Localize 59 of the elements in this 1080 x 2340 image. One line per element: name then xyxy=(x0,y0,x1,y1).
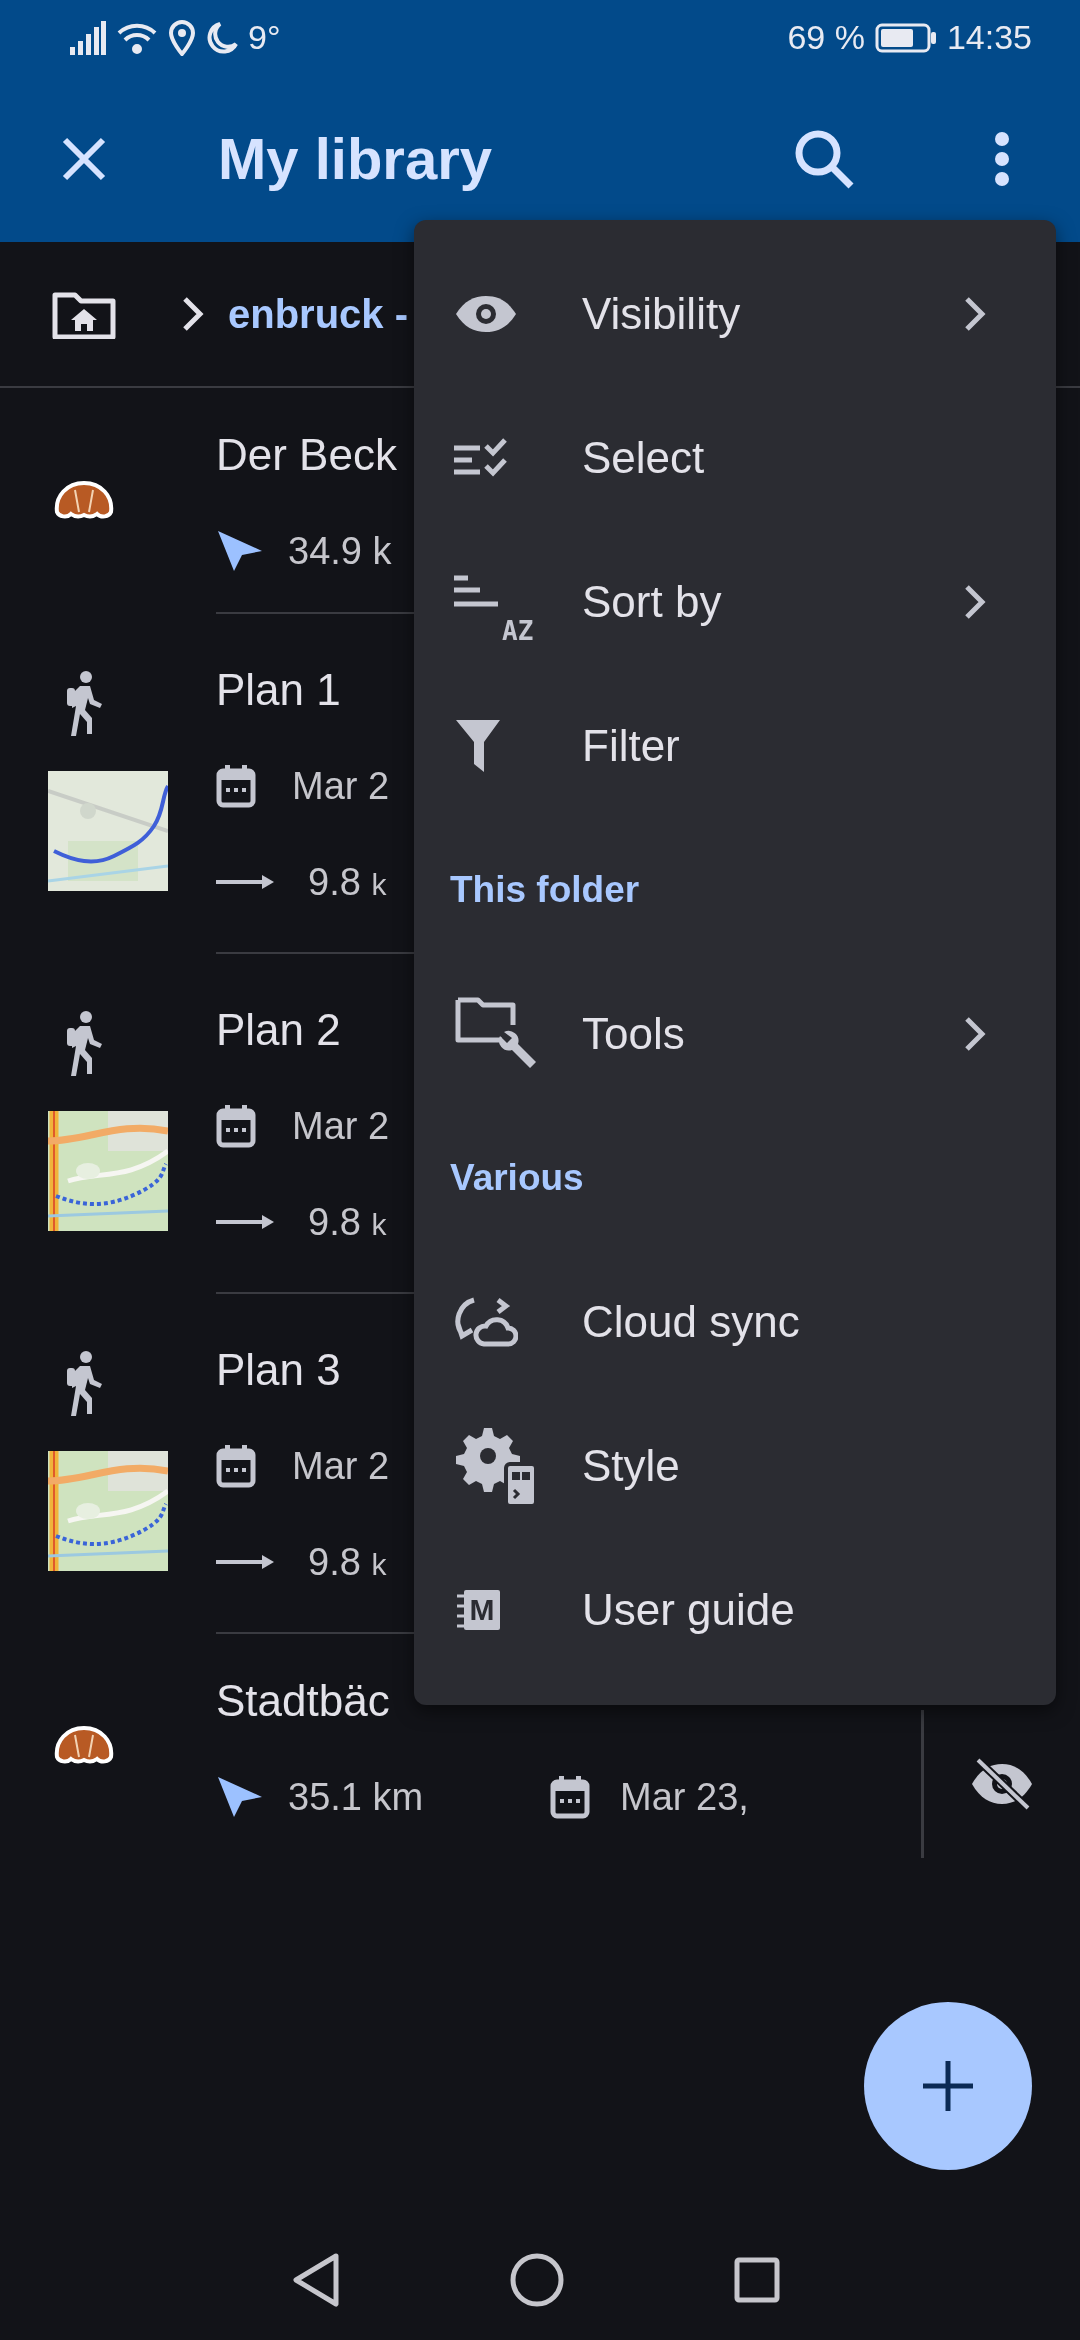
menu-item[interactable]: Style xyxy=(414,1394,1056,1538)
track-length: 9.8 k xyxy=(308,860,387,904)
back-icon[interactable] xyxy=(292,2253,340,2307)
menu-item[interactable]: Tools xyxy=(414,962,1056,1106)
hiker-icon xyxy=(64,1350,104,1416)
location-icon xyxy=(168,19,196,56)
chevron-icon xyxy=(182,296,204,332)
home-icon[interactable] xyxy=(510,2253,564,2307)
track-length: 9.8 k xyxy=(308,1200,387,1244)
clock: 14:35 xyxy=(946,18,1032,57)
moon-icon xyxy=(206,20,238,55)
eye-icon xyxy=(454,294,518,334)
calendar-icon xyxy=(216,1444,256,1488)
hidden-icon xyxy=(970,1758,1034,1810)
section-header: This folder xyxy=(450,869,640,911)
menu-item[interactable]: Visibility xyxy=(414,242,1056,386)
signal-icon xyxy=(70,20,106,55)
section-header: Various xyxy=(450,1157,584,1199)
breadcrumb-link[interactable]: enbruck - xyxy=(228,291,409,337)
arrow-right-icon xyxy=(216,872,276,892)
distance: 34.9 k xyxy=(288,529,393,573)
track-length: 9.8 k xyxy=(308,1540,387,1584)
item-title: Plan 2 xyxy=(216,1005,341,1055)
arrow-right-icon xyxy=(216,1552,276,1572)
close-icon xyxy=(62,136,106,181)
calendar-icon xyxy=(550,1775,590,1819)
distance: 35.1 km xyxy=(288,1775,425,1819)
calendar-icon xyxy=(216,764,256,808)
menu-item[interactable]: Cloud sync xyxy=(414,1250,1056,1394)
plus-icon xyxy=(923,2061,973,2111)
filter-icon xyxy=(454,718,502,774)
app-title: My library xyxy=(218,125,493,192)
item-title: Plan 3 xyxy=(216,1345,341,1395)
item-title: Plan 1 xyxy=(216,665,341,715)
date: Mar 2 xyxy=(292,1104,390,1148)
navigation-arrow-icon xyxy=(216,1775,264,1819)
date: Mar 2 xyxy=(292,1444,390,1488)
date: Mar 2 xyxy=(292,764,390,808)
menu-item[interactable]: AZ Sort by xyxy=(414,530,1056,674)
recent-apps-icon[interactable] xyxy=(734,2257,780,2303)
menu-item[interactable]: Filter xyxy=(414,674,1056,818)
calendar-icon xyxy=(216,1104,256,1148)
croissant-icon xyxy=(53,480,115,520)
more-icon xyxy=(994,130,1010,187)
item-title: Stadtbäc xyxy=(216,1676,390,1726)
menu-item[interactable]: M User guide xyxy=(414,1538,1056,1682)
hiker-icon xyxy=(64,670,104,736)
menu-item[interactable]: Select xyxy=(414,386,1056,530)
item-title: Der Beck xyxy=(216,430,397,480)
battery-icon xyxy=(874,22,937,53)
date: Mar 23, xyxy=(620,1775,749,1819)
sort-letters: AZ xyxy=(502,616,534,646)
manual-icon: M xyxy=(464,1590,500,1630)
temperature: 9° xyxy=(248,18,281,57)
navigation-arrow-icon xyxy=(216,529,264,573)
battery-percent: 69 % xyxy=(787,18,865,57)
croissant-icon xyxy=(53,1725,115,1765)
arrow-right-icon xyxy=(216,1212,276,1232)
hiker-icon xyxy=(64,1010,104,1076)
